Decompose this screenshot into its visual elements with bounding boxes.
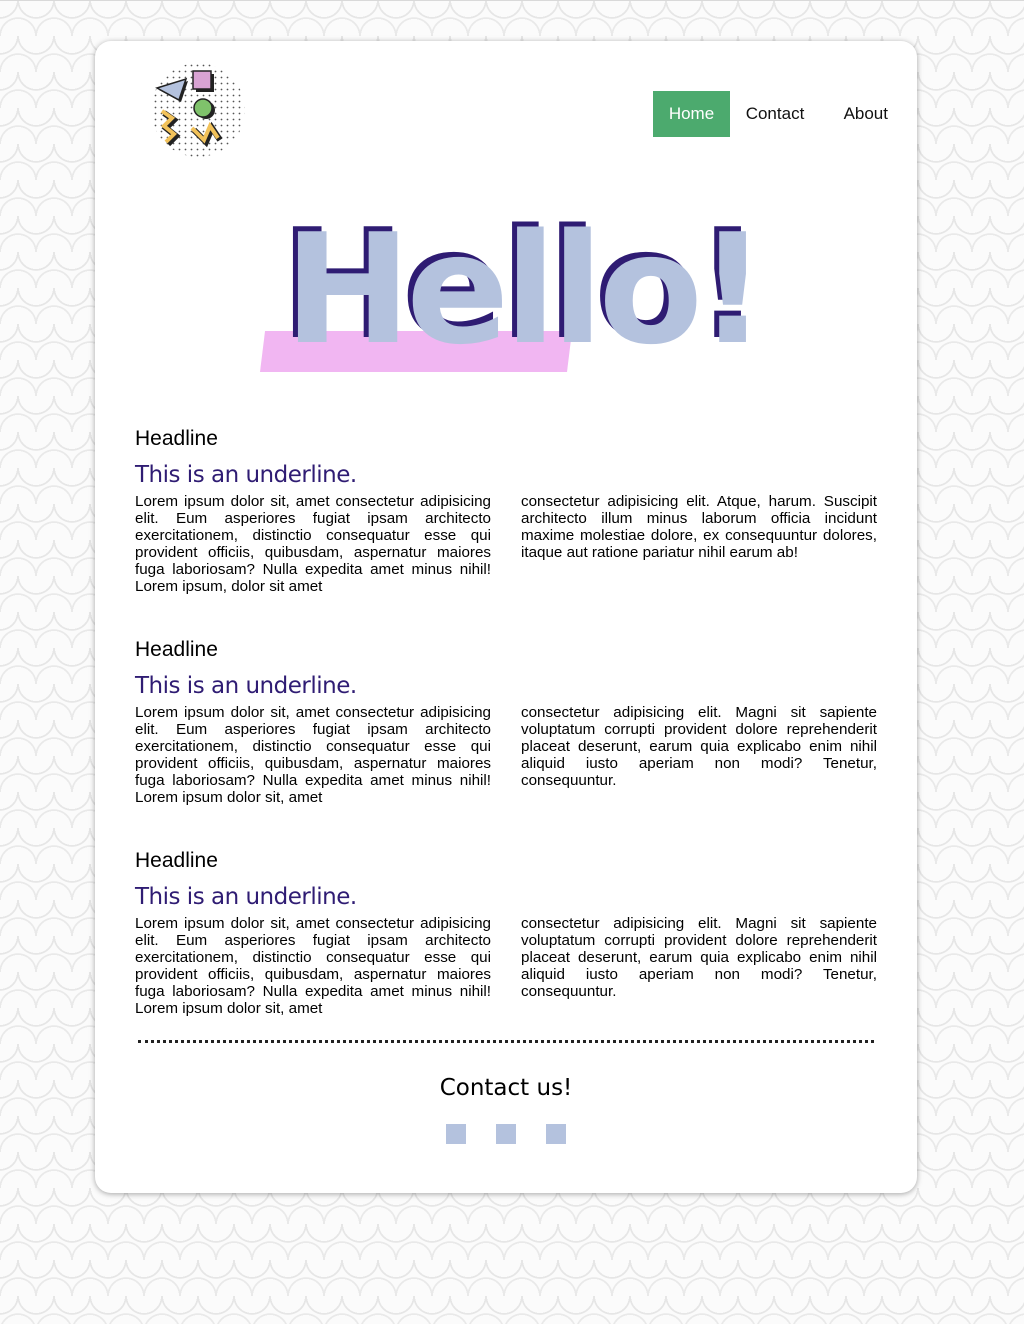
page-card — [95, 41, 917, 1193]
window-top-border — [0, 0, 1024, 1]
section-headline: Headline — [135, 638, 218, 661]
section-headline: Headline — [135, 849, 218, 872]
section-text-left: Lorem ipsum dolor sit, amet consectetur … — [135, 915, 491, 1017]
contact-us-heading: Contact us! — [439, 1075, 573, 1101]
section-underline: This is an underline. — [135, 462, 357, 488]
section-text-right: consectetur adipisicing elit. Magni sit … — [521, 915, 877, 1000]
section-text-left: Lorem ipsum dolor sit, amet consectetur … — [135, 493, 491, 595]
section-text-right: consectetur adipisicing elit. Magni sit … — [521, 704, 877, 789]
section-text-left: Lorem ipsum dolor sit, amet consectetur … — [135, 704, 491, 806]
social-links — [446, 1124, 566, 1144]
nav-home-link[interactable]: Home — [653, 91, 730, 137]
section-underline: This is an underline. — [135, 884, 357, 910]
social-icon-2[interactable] — [496, 1124, 516, 1144]
section-headline: Headline — [135, 427, 218, 450]
main-nav: Home Contact About — [653, 91, 888, 137]
section-text-right: consectetur adipisicing elit. Atque, har… — [521, 493, 877, 561]
dotted-divider — [138, 1040, 874, 1043]
nav-contact-link[interactable]: Contact — [730, 91, 820, 137]
social-icon-1[interactable] — [446, 1124, 466, 1144]
memphis-logo[interactable] — [148, 58, 248, 162]
section-underline: This is an underline. — [135, 673, 357, 699]
nav-about-link[interactable]: About — [820, 91, 888, 137]
social-icon-3[interactable] — [546, 1124, 566, 1144]
